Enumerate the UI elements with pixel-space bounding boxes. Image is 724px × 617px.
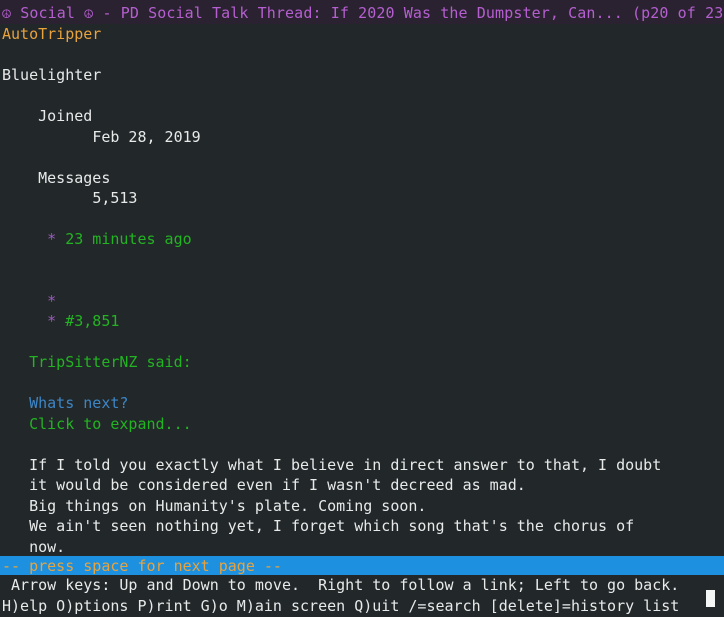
messages-indent [2,169,38,187]
quote-attribution: TripSitterNZ said: [29,353,192,372]
empty-link-indent [2,292,47,310]
quote-attribution-indent [2,353,29,371]
post-author: Bluelighter [2,66,102,85]
messages-value: 5,513 [92,189,138,208]
bot-label: AutoTripper [2,25,102,44]
body-text: Big things on Humanity's plate. Coming s… [29,496,427,515]
body-text: We ain't seen nothing yet, I forget whic… [29,517,635,536]
body-line: it would be considered even if I wasn't … [2,475,724,496]
document-viewport[interactable]: AutoTripper Bluelighter Joined Feb 28, 2… [0,24,724,556]
empty-link-row[interactable]: * [2,291,724,312]
post-number-space [56,312,65,330]
body-indent [2,456,29,474]
body-indent [2,517,29,535]
body-line: now. [2,537,724,557]
help-line-navigation: Arrow keys: Up and Down to move. Right t… [0,575,724,596]
messages-label: Messages [38,168,111,187]
text-cursor [706,590,715,607]
body-text: it would be considered even if I wasn't … [29,476,526,495]
timestamp-indent [2,230,47,248]
body-line: Big things on Humanity's plate. Coming s… [2,496,724,517]
link-bullet-icon: * [47,291,57,310]
messages-value-row: 5,513 [2,188,724,209]
link-bullet-icon: * [47,230,57,249]
quote-title-row: Whats next? [2,393,724,414]
expand-link-indent [2,415,29,433]
body-line: If I told you exactly what I believe in … [2,455,724,476]
help-indent [2,576,11,594]
quote-attribution-row: TripSitterNZ said: [2,352,724,373]
press-space-status-bar[interactable]: -- press space for next page -- [0,556,724,575]
messages-value-indent [2,189,92,207]
body-indent [2,476,29,494]
link-bullet-icon: * [47,312,57,331]
timestamp-space [56,230,65,248]
body-line: We ain't seen nothing yet, I forget whic… [2,516,724,537]
joined-value: Feb 28, 2019 [92,127,201,146]
post-number-link-row[interactable]: * #3,851 [2,311,724,332]
expand-link[interactable]: Click to expand... [29,415,192,433]
help-line-commands: H)elp O)ptions P)rint G)o M)ain screen Q… [0,596,724,617]
body-indent [2,497,29,515]
help-text-navigation: Arrow keys: Up and Down to move. Right t… [11,576,680,594]
timestamp-link[interactable]: 23 minutes ago [65,230,191,248]
messages-row: Messages [2,168,724,189]
expand-link-row[interactable]: Click to expand... [2,414,724,435]
help-area: Arrow keys: Up and Down to move. Right t… [0,575,724,617]
joined-value-indent [2,128,92,146]
post-number-indent [2,312,47,330]
joined-value-row: Feb 28, 2019 [2,127,724,148]
terminal-screen: ☮ Social ☮ - PD Social Talk Thread: If 2… [0,0,724,617]
quote-title-indent [2,394,29,412]
joined-indent [2,107,38,125]
body-indent [2,538,29,556]
joined-label: Joined [38,107,93,126]
help-text-commands: H)elp O)ptions P)rint G)o M)ain screen Q… [2,597,680,615]
post-number-link[interactable]: #3,851 [65,312,119,330]
quote-title: Whats next? [29,394,129,413]
page-title-bar: ☮ Social ☮ - PD Social Talk Thread: If 2… [0,0,724,25]
joined-row: Joined [2,106,724,127]
body-text: If I told you exactly what I believe in … [29,455,662,474]
timestamp-link-row[interactable]: * 23 minutes ago [2,229,724,250]
body-text: now. [29,537,66,556]
